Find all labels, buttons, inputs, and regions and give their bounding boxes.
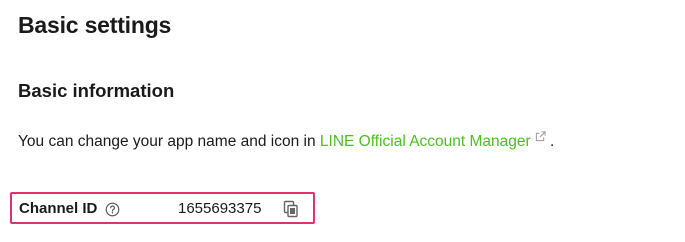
section-heading-basic-information: Basic information — [18, 80, 175, 101]
external-link-icon — [535, 131, 546, 142]
channel-id-value: 1655693375 — [178, 200, 262, 217]
line-official-account-manager-link[interactable]: LINE Official Account Manager — [319, 131, 546, 150]
description-text: You can change your app name and icon in — [18, 133, 320, 150]
channel-id-row: Channel ID — [19, 199, 120, 219]
copy-icon[interactable] — [283, 200, 299, 218]
question-circle-icon[interactable] — [105, 202, 120, 217]
basic-information-description: You can change your app name and icon in… — [18, 131, 554, 152]
link-label: LINE Official Account Manager — [319, 133, 531, 150]
description-suffix: . — [545, 133, 555, 150]
page-title: Basic settings — [18, 12, 172, 38]
channel-id-label: Channel ID — [19, 200, 98, 217]
